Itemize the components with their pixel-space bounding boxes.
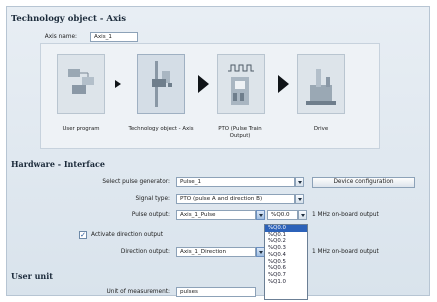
unit-of-measurement-select[interactable]: pulses [176,287,256,297]
direction-output-note: 1 MHz on-board output [312,249,379,255]
page-title: Technology object - Axis [11,14,127,24]
axis-name-label: Axis name: [44,34,77,40]
pulse-output-address-dropdown-button[interactable] [298,210,307,220]
address-option[interactable]: %Q0.0 [265,225,307,232]
technology-diagram: User program Technology object - Axis PT… [40,43,380,149]
pulse-generator-dropdown-button[interactable] [295,177,304,187]
device-configuration-button[interactable]: Device configuration [312,177,415,188]
signal-type-label: Signal type: [135,196,170,202]
pulse-train-icon [228,64,254,105]
direction-output-select[interactable]: Axis_1_Direction [176,247,256,257]
pto-node [217,54,265,114]
hardware-section-title: Hardware - Interface [11,159,105,169]
user-program-icon [68,69,94,94]
signal-type-dropdown-button[interactable] [295,194,304,204]
chevron-down-icon [297,197,302,201]
pulse-generator-label: Select pulse generator: [102,179,170,185]
pulse-output-note: 1 MHz on-board output [312,212,379,218]
address-dropdown-list: %Q0.0 %Q0.1 %Q0.2 %Q0.3 %Q0.4 %Q0.5 %Q0.… [264,224,308,300]
checkmark-icon: ✓ [80,230,86,239]
unit-of-measurement-label: Unit of measurement: [106,289,170,295]
drive-icon [306,69,336,105]
user-unit-section-title: User unit [11,271,53,281]
address-option[interactable]: %Q1.0 [265,279,307,286]
chevron-down-icon [258,250,263,254]
user-program-caption: User program [62,126,100,132]
pulse-output-label: Pulse output: [131,212,170,218]
address-option[interactable]: %Q0.7 [265,272,307,279]
technology-object-caption: Technology object - Axis [128,126,194,132]
pulse-generator-select[interactable]: Pulse_1 [176,177,295,187]
arrow-icon [278,75,289,93]
signal-type-select[interactable]: PTO (pulse A and direction B) [176,194,295,204]
arrow-icon [198,75,209,93]
chevron-down-icon [297,180,302,184]
axis-name-input[interactable]: Axis_1 [90,32,138,42]
activate-direction-label: Activate direction output [91,232,163,238]
chevron-down-icon [300,213,305,217]
address-option[interactable]: %Q0.2 [265,238,307,245]
axis-object-icon [152,61,172,107]
user-program-node [57,54,105,114]
address-option[interactable]: %Q0.6 [265,265,307,272]
activate-direction-checkbox[interactable]: ✓ [79,231,87,239]
pulse-output-dropdown-button[interactable] [256,210,265,220]
pto-caption: PTO (Pulse Train Output) [218,126,262,139]
address-option[interactable]: %Q0.1 [265,232,307,239]
pulse-output-select[interactable]: Axis_1_Pulse [176,210,256,220]
pulse-output-address-field[interactable]: %Q0.0 [267,210,298,220]
address-option[interactable]: %Q0.4 [265,252,307,259]
address-option[interactable]: %Q0.3 [265,245,307,252]
drive-caption: Drive [313,126,329,132]
direction-output-label: Direction output: [120,249,170,255]
arrow-icon [115,80,121,88]
technology-object-node [137,54,185,114]
drive-node [297,54,345,114]
chevron-down-icon [258,213,263,217]
address-option[interactable]: %Q0.5 [265,259,307,266]
